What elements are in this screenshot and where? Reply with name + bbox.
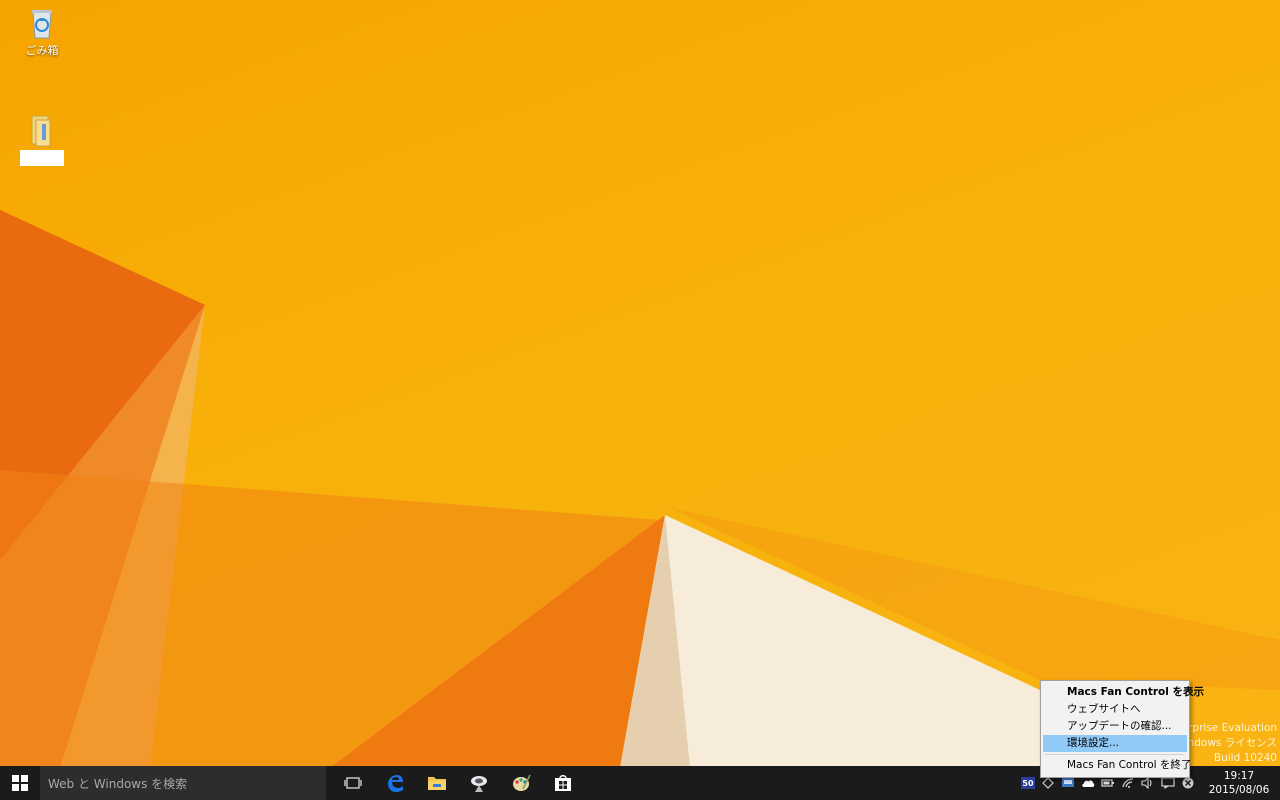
tray-context-menu: Macs Fan Control を表示 ウェブサイトへ アップデートの確認..… <box>1040 680 1204 778</box>
clock-time: 19:17 <box>1223 770 1255 782</box>
store-button[interactable] <box>542 766 584 800</box>
desktop-icon-label: ごみ箱 <box>25 44 59 57</box>
network-adapter-icon <box>1062 778 1074 787</box>
menu-item-quit[interactable]: Macs Fan Control を終了 <box>1043 757 1191 774</box>
wallpaper <box>0 210 1280 768</box>
ime-icon <box>1161 777 1175 789</box>
close-circle-icon <box>1182 777 1194 789</box>
fan-speed-badge: 50 <box>1021 777 1035 789</box>
menu-separator <box>1045 754 1185 755</box>
battery-icon <box>1101 779 1114 787</box>
app-icon <box>471 776 487 792</box>
menu-item-preferences[interactable]: 環境設定... <box>1043 735 1187 752</box>
recycle-bin-icon <box>32 10 52 39</box>
folder-icon <box>31 115 51 147</box>
wifi-icon <box>1122 778 1134 788</box>
windows-logo-icon <box>12 775 28 791</box>
paint-button[interactable] <box>500 766 542 800</box>
start-button[interactable] <box>0 766 40 800</box>
file-explorer-icon <box>428 777 446 790</box>
task-view-icon <box>344 777 362 789</box>
taskbar-clock[interactable]: 19:17 2015/08/06 <box>1198 769 1280 797</box>
file-explorer-button[interactable] <box>416 766 458 800</box>
clock-date: 2015/08/06 <box>1208 784 1270 796</box>
edge-button[interactable] <box>374 766 416 800</box>
desktop-icon-label-selected <box>20 150 64 166</box>
tray-fan-control[interactable]: 50 <box>1018 766 1038 800</box>
menu-item-check-updates[interactable]: アップデートの確認... <box>1043 718 1187 735</box>
desktop-icon-recycle-bin[interactable]: ごみ箱 <box>16 6 68 58</box>
task-view-button[interactable] <box>332 766 374 800</box>
diamond-icon <box>1042 777 1054 789</box>
volume-icon <box>1141 777 1152 789</box>
store-icon <box>555 775 571 791</box>
app-button[interactable] <box>458 766 500 800</box>
desktop: ごみ箱 nterprise Evaluation Windows ライセンス B… <box>0 0 1280 800</box>
cloud-icon <box>1082 780 1095 787</box>
paint-icon <box>513 774 531 791</box>
menu-item-show-macs-fan-control[interactable]: Macs Fan Control を表示 <box>1043 684 1204 701</box>
edge-icon <box>388 775 403 792</box>
menu-item-website[interactable]: ウェブサイトへ <box>1043 701 1187 718</box>
search-placeholder: Web と Windows を検索 <box>48 776 188 791</box>
taskbar-search-box[interactable]: Web と Windows を検索 <box>40 766 326 800</box>
desktop-icon-folder[interactable] <box>16 112 68 166</box>
